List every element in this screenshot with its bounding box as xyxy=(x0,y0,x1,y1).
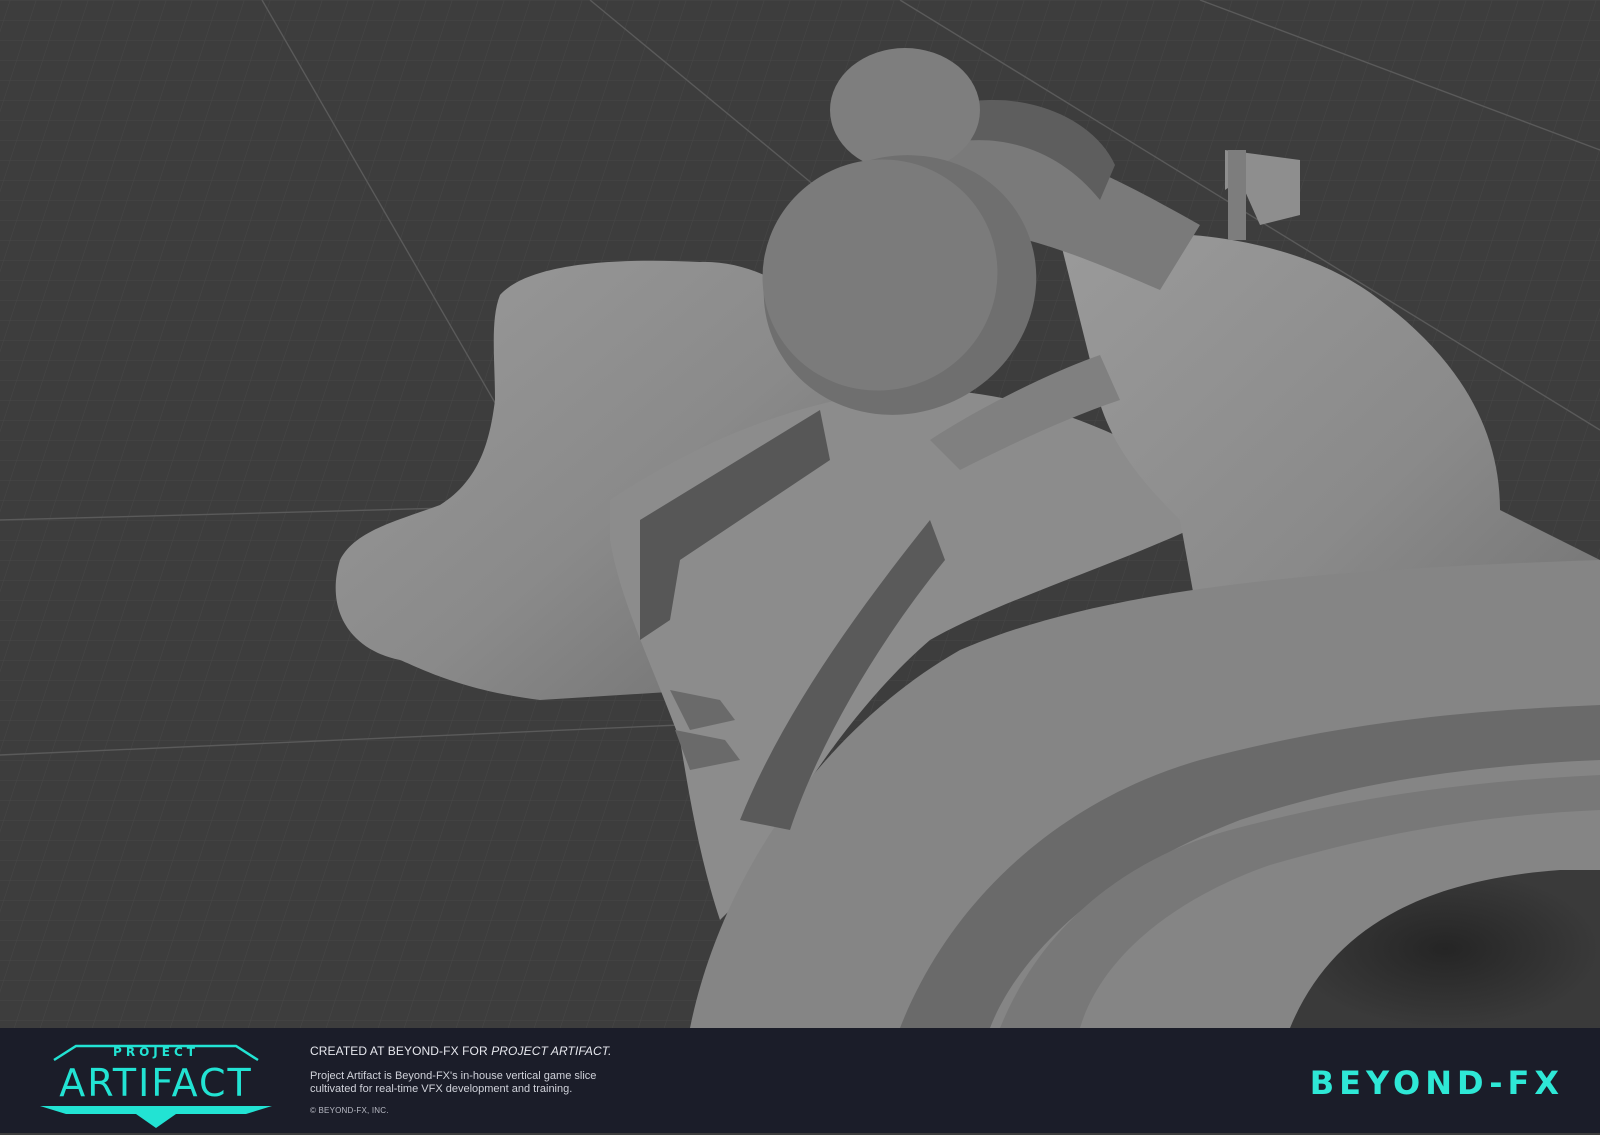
logo-main-word: ARTIFACT xyxy=(59,1061,253,1105)
model-flag-post xyxy=(1228,150,1246,240)
beyond-fx-wordmark: BEYOND-FX xyxy=(1309,1064,1564,1102)
project-artifact-logo: PROJECT ARTIFACT xyxy=(36,1038,276,1130)
credit-block: CREATED AT BEYOND-FX FOR PROJECT ARTIFAC… xyxy=(310,1044,830,1115)
logo-bottom-frame xyxy=(40,1106,272,1128)
credit-description: Project Artifact is Beyond-FX's in-house… xyxy=(310,1070,597,1095)
3d-viewport xyxy=(0,0,1600,1028)
artifact-logo-mark: PROJECT ARTIFACT xyxy=(40,1044,272,1128)
logo-top-word: PROJECT xyxy=(113,1045,199,1059)
footer-bar: PROJECT ARTIFACT CREATED AT BEYOND-FX FO… xyxy=(0,1028,1600,1133)
copyright-text: © BEYOND-FX, INC. xyxy=(310,1106,389,1115)
model-knob-back xyxy=(830,48,980,172)
credit-heading: CREATED AT BEYOND-FX FOR PROJECT ARTIFAC… xyxy=(310,1044,830,1058)
credit-heading-emphasis: PROJECT ARTIFACT. xyxy=(491,1044,612,1058)
scene-render xyxy=(0,0,1600,1028)
credit-heading-prefix: CREATED AT BEYOND-FX FOR xyxy=(310,1044,492,1058)
